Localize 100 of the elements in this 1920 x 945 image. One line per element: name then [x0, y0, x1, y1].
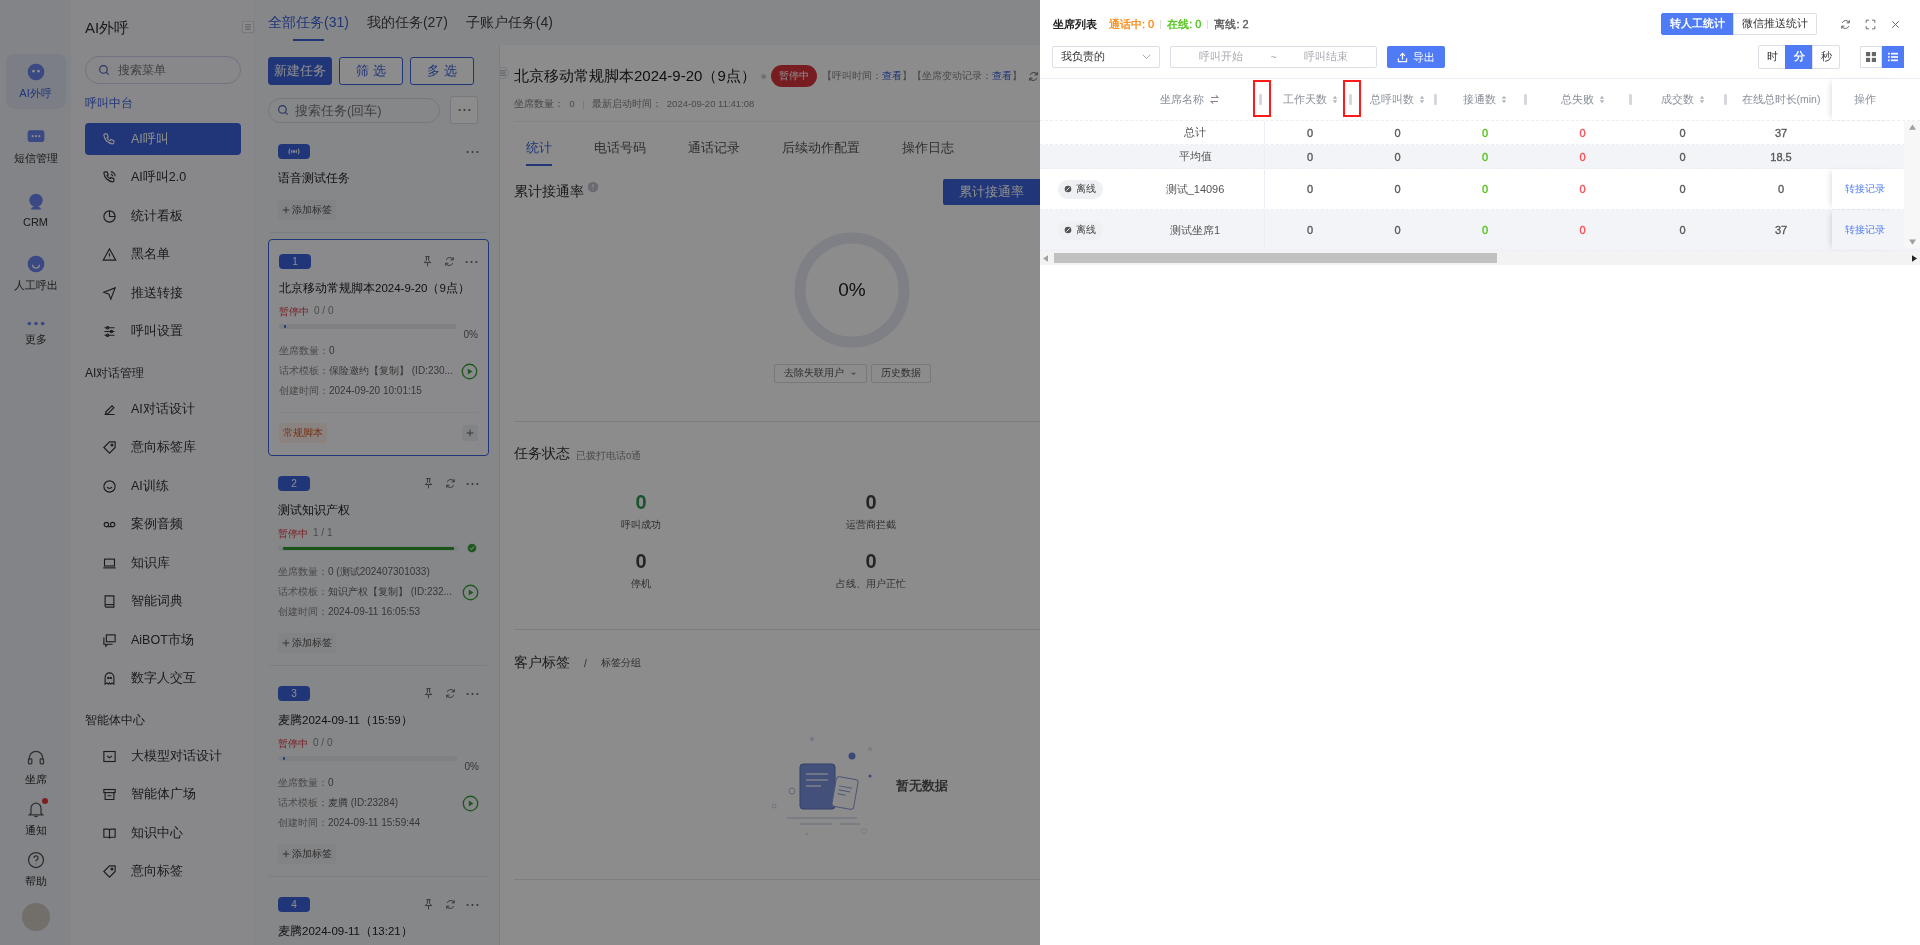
detail-tab[interactable]: 操作日志 — [902, 127, 954, 169]
toolbar-button[interactable]: 多 选 — [410, 57, 474, 85]
field-label: 话术模板： — [279, 365, 329, 376]
mode-tab[interactable]: 微信推送统计 — [1733, 13, 1817, 35]
menu-item[interactable]: 意向标签库 — [85, 431, 241, 464]
add-tag-button[interactable]: 添加标签 — [278, 844, 336, 864]
new-task-button[interactable]: 新建任务 — [268, 57, 332, 85]
menu-item[interactable]: AI呼叫 — [85, 123, 241, 155]
transfer-record-link[interactable]: 转接记录 — [1844, 223, 1885, 237]
table-cell: 0 — [1481, 183, 1489, 195]
menu-item[interactable]: AI呼叫2.0 — [85, 161, 241, 194]
rail-item[interactable]: 帮助 — [5, 846, 66, 893]
task-card[interactable]: 4 麦腾2024-09-11（13:21） — [268, 883, 489, 945]
task-title: 北京移动常规脚本2024-9-20（9点） — [279, 281, 471, 296]
owner-select[interactable]: 我负责的 — [1052, 46, 1160, 68]
table-cell: 0 — [1679, 126, 1686, 139]
menu-item[interactable]: AiBOT市场 — [85, 624, 241, 656]
table-cell: 0 — [1679, 183, 1686, 195]
field-value: 0 (测试202407301033) — [328, 566, 430, 577]
rail-item[interactable]: 短信管理 — [5, 119, 66, 174]
task-number-badge: 3 — [278, 686, 310, 701]
view-link[interactable]: 查看 — [882, 69, 902, 81]
menu-item[interactable]: 大模型对话设计 — [85, 740, 241, 772]
menu-item[interactable]: 统计看板 — [85, 200, 241, 232]
field-value: 0 — [329, 345, 335, 356]
unit-toggle[interactable]: 分 — [1785, 45, 1813, 69]
table-cell: 0 — [1579, 150, 1586, 163]
date-range-field[interactable]: 呼叫开始 ~ 呼叫结束 — [1170, 46, 1377, 68]
detail-tab[interactable]: 电话号码 — [594, 127, 646, 169]
table-cell: 0 — [1481, 224, 1489, 236]
rail-item[interactable]: 通知 — [5, 795, 66, 842]
view-link[interactable]: 查看 — [992, 69, 1012, 81]
menu-item[interactable]: 知识库 — [85, 547, 241, 579]
detail-tab[interactable]: 统计 — [526, 127, 552, 169]
menu-item[interactable]: 意向标签 — [85, 855, 241, 888]
column-title: 工作天数 — [1282, 92, 1327, 107]
unit-toggle[interactable]: 时 — [1758, 45, 1786, 69]
task-card[interactable]: 语音测试任务 添加标签 — [268, 130, 489, 233]
column-title: 在线总时长(min) — [1741, 92, 1821, 107]
agent-name: 总计 — [1184, 125, 1206, 140]
task-status: 暂停中 — [278, 527, 308, 541]
rail-item[interactable]: 坐席 — [5, 744, 66, 791]
search-field[interactable]: 搜索菜单 — [85, 56, 241, 84]
column-title: 成交数 — [1660, 92, 1694, 107]
breadcrumb-separator: / — [584, 657, 587, 669]
agent-name: 测试_14096 — [1165, 181, 1225, 197]
task-tag: 常规脚本 — [279, 423, 327, 443]
add-tag-button[interactable]: 添加标签 — [278, 633, 336, 653]
menu-item[interactable]: 智能体广场 — [85, 778, 241, 811]
menu-item[interactable]: 呼叫设置 — [85, 315, 241, 348]
status-count: 通话中: 0 — [1109, 16, 1155, 32]
rate-button[interactable]: 累计接通率 — [943, 179, 1040, 205]
table-cell: 0 — [1394, 126, 1401, 139]
menu-item[interactable]: 推送转接 — [85, 277, 241, 309]
toolbar-button[interactable]: 筛 选 — [339, 57, 403, 85]
add-tag-button[interactable]: 添加标签 — [278, 200, 336, 220]
menu-item[interactable]: 智能词典 — [85, 585, 241, 618]
more-item[interactable]: 更多 — [5, 311, 66, 355]
detail-tab[interactable]: 后续动作配置 — [782, 127, 860, 169]
task-tab[interactable]: 子账户任务(4) — [465, 0, 553, 45]
transfer-record-link[interactable]: 转接记录 — [1844, 182, 1885, 196]
menu-item[interactable]: 案例音频 — [85, 508, 241, 541]
tag-group-link[interactable]: 标签分组 — [600, 656, 641, 670]
menu-item[interactable]: 黑名单 — [85, 238, 241, 271]
stat-label: 停机 — [631, 578, 651, 591]
section-title: 任务状态 — [514, 445, 570, 463]
table-cell: 0 — [1306, 126, 1314, 139]
task-number-badge: 1 — [279, 254, 311, 269]
menu-item[interactable]: AI训练 — [85, 470, 241, 502]
agent-name: 测试坐席1 — [1169, 222, 1221, 238]
search-field[interactable]: 搜索任务(回车) — [268, 97, 440, 123]
filter-dropdown[interactable]: 去除失联用户 — [773, 364, 867, 383]
stat-label: 占线、用户正忙 — [836, 578, 906, 591]
mode-tab[interactable]: 转人工统计 — [1661, 13, 1734, 35]
task-tab[interactable]: 全部任务(31) — [268, 0, 349, 45]
menu-item[interactable]: 数字人交互 — [85, 662, 241, 695]
rail-item[interactable]: AI外呼 — [5, 54, 66, 109]
column-title: 操作 — [1853, 92, 1876, 107]
stat-label: 运营商拦截 — [846, 519, 896, 532]
stat-value: 0 — [635, 550, 647, 573]
table-cell: 0 — [1394, 224, 1401, 236]
history-button[interactable]: 历史数据 — [870, 364, 931, 383]
task-tab[interactable]: 我的任务(27) — [366, 0, 448, 45]
status-count: 在线: 0 — [1167, 16, 1202, 32]
field-value: 保险邀约【复制】 (ID:230... — [329, 365, 453, 376]
rate-value: 0% — [837, 278, 867, 302]
rail-item[interactable]: 人工呼出 — [5, 246, 66, 301]
task-title: 北京移动常规脚本2024-9-20（9点） — [514, 66, 756, 86]
field-value: 麦腾 (ID:23284) — [328, 797, 399, 808]
menu-item[interactable]: 知识中心 — [85, 817, 241, 849]
task-number-badge: 4 — [278, 897, 310, 912]
detail-tab[interactable]: 通话记录 — [688, 127, 740, 169]
table-cell: 37 — [1774, 224, 1788, 236]
rail-item[interactable]: CRM — [5, 184, 66, 236]
task-title: 语音测试任务 — [278, 171, 351, 186]
unit-toggle[interactable]: 秒 — [1812, 45, 1840, 69]
export-button[interactable]: 导出 — [1387, 46, 1445, 68]
table-cell: 0 — [1394, 183, 1401, 195]
menu-item[interactable]: AI对话设计 — [85, 393, 241, 425]
task-status: 暂停中 — [278, 737, 308, 751]
